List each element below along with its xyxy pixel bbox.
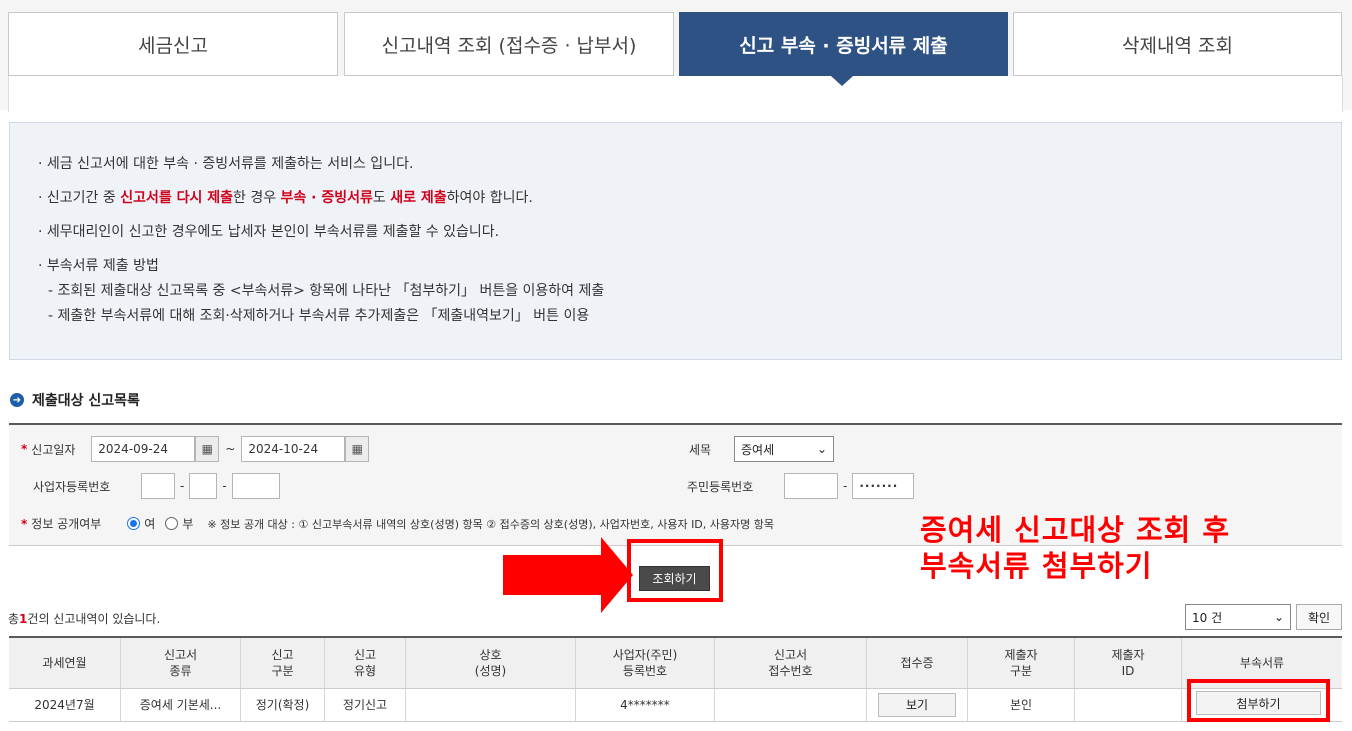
date-to-input[interactable]: 2024-10-24 bbox=[241, 436, 346, 462]
tab-panel-top bbox=[8, 76, 1343, 112]
header-label: 사업자(주민) bbox=[612, 648, 678, 662]
attach-button-highlight: 첨부하기 bbox=[1187, 679, 1330, 722]
cell-receipt-no bbox=[715, 689, 867, 721]
info-line: · 신고기간 중 신고서를 다시 제출한 경우 부속 · 증빙서류도 새로 제출… bbox=[38, 190, 533, 206]
header-label: 구분 bbox=[1009, 664, 1033, 678]
date-row: * 신고일자 2024-09-24 ▦ ~ 2024-10-24 ▦ bbox=[21, 436, 370, 462]
result-count: 총1건의 신고내역이 있습니다. bbox=[8, 612, 161, 626]
header-cell: 신고서종류 bbox=[121, 638, 241, 688]
required-mark: * bbox=[21, 442, 28, 456]
resident-no-front[interactable] bbox=[784, 473, 838, 499]
tax-label: 세목 bbox=[689, 442, 712, 457]
header-label: 신고 bbox=[353, 648, 377, 662]
tab-bar: 세금신고 신고내역 조회 (접수증 · 납부서) 신고 부속 · 증빙서류 제출… bbox=[0, 0, 1352, 112]
header-label: 제출자 bbox=[1004, 648, 1038, 662]
tab-deleted-history[interactable]: 삭제내역 조회 bbox=[1013, 12, 1342, 76]
tax-select[interactable]: 증여세 ⌄ bbox=[734, 436, 834, 462]
chevron-down-icon: ⌄ bbox=[1273, 610, 1284, 624]
header-label: 신고 bbox=[271, 648, 294, 662]
calendar-icon[interactable]: ▦ bbox=[195, 436, 220, 462]
biz-label: 사업자등록번호 bbox=[33, 479, 111, 494]
chevron-down-icon: ⌄ bbox=[816, 442, 827, 456]
cell-submitter-id bbox=[1075, 689, 1182, 721]
header-label: 제출자 bbox=[1111, 648, 1145, 662]
search-button[interactable]: 조회하기 bbox=[639, 566, 710, 591]
info-line: · 부속서류 제출 방법 bbox=[38, 258, 159, 274]
cell-submitter: 본인 bbox=[968, 689, 1075, 721]
tax-row: 세목 증여세 ⌄ bbox=[689, 436, 834, 462]
cell-category: 정기(확정) bbox=[241, 689, 325, 721]
search-button-highlight: 조회하기 bbox=[627, 539, 723, 602]
header-label: 신고서 bbox=[163, 648, 198, 662]
header-label: 등록번호 bbox=[622, 664, 668, 678]
table-header: 과세연월 신고서 종류 신고 구분 신고 유형 상호 (성명) 사업자(주민) 등록번호 신고서 접수번… bbox=[9, 638, 1342, 689]
view-receipt-button[interactable]: 보기 bbox=[878, 693, 956, 717]
header-label: 상호 bbox=[479, 648, 502, 662]
cell-reg-no: 4******* bbox=[576, 689, 715, 721]
header-label: 접수증 bbox=[900, 656, 934, 670]
header-cell: 신고구분 bbox=[241, 638, 325, 688]
resident-no-back[interactable]: ······· bbox=[852, 473, 915, 499]
header-cell: 상호 (성명) bbox=[406, 638, 576, 688]
header-cell: 과세연월 bbox=[9, 638, 121, 688]
cell-receipt: 보기 bbox=[867, 689, 968, 721]
biz-no-part2[interactable] bbox=[189, 473, 218, 499]
attach-button[interactable]: 첨부하기 bbox=[1196, 691, 1321, 715]
public-note: ※ 정보 공개 대상 : ① 신고부속서류 내역의 상호(성명) 항목 ② 접수… bbox=[207, 517, 774, 531]
arrow-circle-icon: ➜ bbox=[10, 393, 24, 407]
required-mark: * bbox=[21, 516, 28, 531]
header-cell: 신고유형 bbox=[325, 638, 406, 688]
biz-no-part3[interactable] bbox=[231, 473, 280, 499]
biz-no-part1[interactable] bbox=[141, 473, 175, 499]
biz-row: 사업자등록번호 - - bbox=[33, 473, 280, 499]
resident-label: 주민등록번호 bbox=[687, 479, 754, 494]
header-cell: 사업자(주민) 등록번호 bbox=[576, 638, 715, 688]
header-label: 종류 bbox=[169, 664, 192, 678]
cell-type: 정기신고 bbox=[325, 689, 406, 721]
confirm-button[interactable]: 확인 bbox=[1296, 604, 1342, 630]
tab-tax-filing[interactable]: 세금신고 bbox=[8, 12, 338, 76]
header-cell: 신고서접수번호 bbox=[715, 638, 867, 688]
date-label: 신고일자 bbox=[31, 442, 76, 457]
header-label: 유형 bbox=[353, 664, 377, 678]
radio-yes[interactable] bbox=[127, 517, 141, 530]
cell-period: 2024년7월 bbox=[9, 689, 121, 721]
filing-table: 과세연월 신고서 종류 신고 구분 신고 유형 상호 (성명) 사업자(주민) 등록번호 신고서 접수번… bbox=[9, 636, 1342, 722]
active-tab-pointer-icon bbox=[831, 76, 853, 86]
info-line: · 세무대리인이 신고한 경우에도 납세자 본인이 부속서류를 제출할 수 있습… bbox=[38, 224, 500, 240]
header-label: 접수번호 bbox=[768, 664, 813, 678]
cell-form-type: 증여세 기본세... bbox=[121, 689, 241, 721]
header-label: 구분 bbox=[271, 664, 294, 678]
radio-no[interactable] bbox=[165, 517, 179, 530]
tab-attachment-submit[interactable]: 신고 부속 · 증빙서류 제출 bbox=[679, 12, 1008, 76]
callout-text: 증여세 신고대상 조회 후 부속서류 첨부하기 bbox=[920, 513, 1231, 583]
resident-row: 주민등록번호 - ······· bbox=[687, 473, 915, 499]
header-cell: 제출자 ID bbox=[1075, 638, 1182, 688]
cell-name bbox=[406, 689, 576, 721]
red-arrow-icon bbox=[503, 537, 633, 613]
calendar-icon[interactable]: ▦ bbox=[345, 436, 370, 462]
header-cell: 제출자구분 bbox=[968, 638, 1075, 688]
info-line: · 세금 신고서에 대한 부속 · 증빙서류를 제출하는 서비스 입니다. bbox=[38, 156, 414, 172]
header-label: 신고서 bbox=[773, 648, 808, 662]
header-cell: 접수증 bbox=[867, 638, 968, 688]
tab-filing-history[interactable]: 신고내역 조회 (접수증 · 납부서) bbox=[344, 12, 674, 76]
header-label: (성명) bbox=[474, 664, 507, 678]
header-label: ID bbox=[1121, 664, 1135, 678]
table-row[interactable]: 2024년7월 증여세 기본세... 정기(확정) 정기신고 4******* … bbox=[9, 689, 1342, 722]
header-label: 부속서류 bbox=[1239, 656, 1285, 670]
info-line: - 조회된 제출대상 신고목록 중 <부속서류> 항목에 나타난 「첨부하기」 … bbox=[48, 283, 605, 299]
header-label: 과세연월 bbox=[42, 656, 87, 670]
section-title: ➜ 제출대상 신고목록 bbox=[10, 390, 140, 410]
page-size-select[interactable]: 10 건 ⌄ bbox=[1185, 604, 1291, 630]
public-label: 정보 공개여부 bbox=[31, 517, 102, 531]
public-row: * 정보 공개여부 여 부 ※ 정보 공개 대상 : ① 신고부속서류 내역의 … bbox=[21, 516, 774, 532]
date-from-input[interactable]: 2024-09-24 bbox=[91, 436, 196, 462]
info-line: - 제출한 부속서류에 대해 조회·삭제하거나 부속서류 추가제출은 「제출내역… bbox=[48, 308, 590, 324]
info-box: · 세금 신고서에 대한 부속 · 증빙서류를 제출하는 서비스 입니다. · … bbox=[9, 122, 1342, 360]
